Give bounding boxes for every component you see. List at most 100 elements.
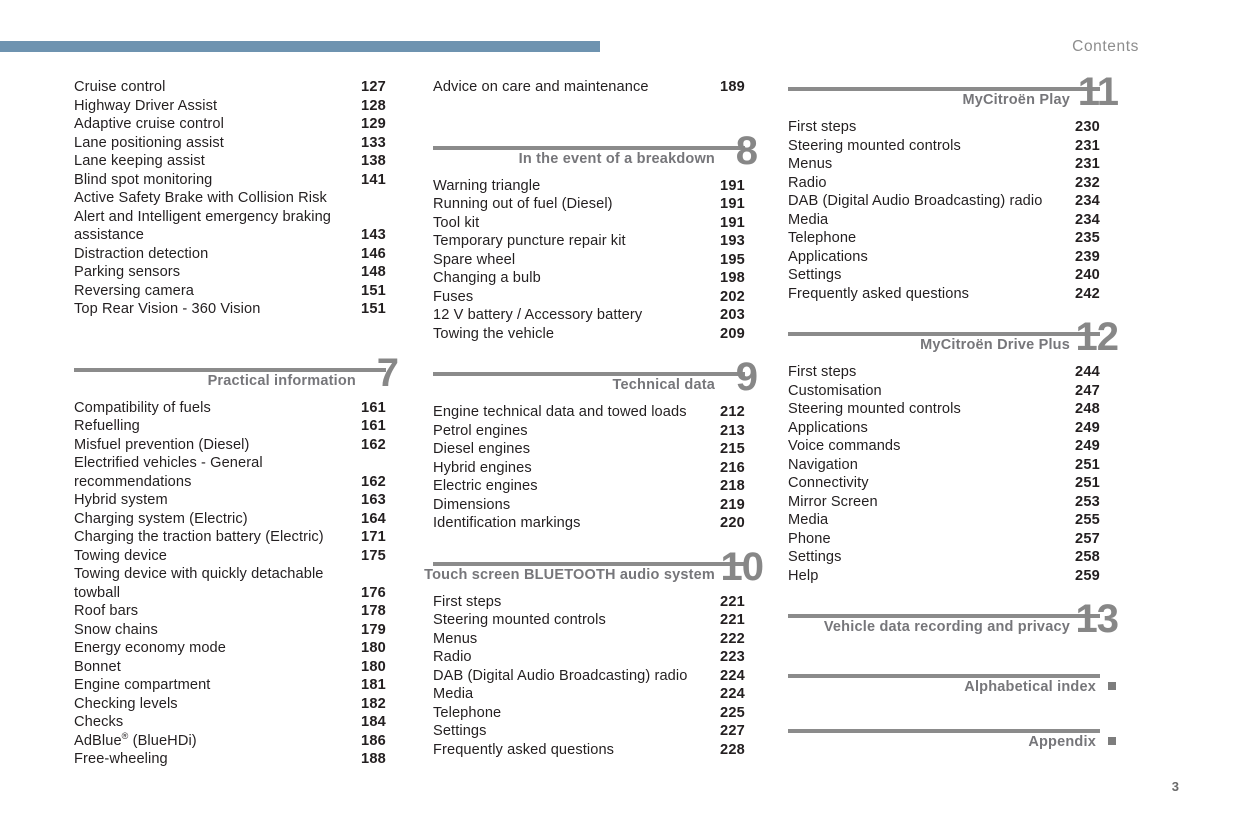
contents-entry[interactable]: Settings 240 (788, 266, 1100, 285)
contents-entry[interactable]: Steering mounted controls 221 (433, 611, 745, 630)
contents-entry[interactable]: Bonnet 180 (74, 658, 386, 677)
contents-entry[interactable]: Blind spot monitoring 141 (74, 171, 386, 190)
chapter-heading[interactable]: Appendix (788, 720, 1116, 753)
contents-entry[interactable]: Identification markings 220 (433, 514, 745, 533)
contents-entry[interactable]: Frequently asked questions 228 (433, 741, 745, 760)
contents-entry[interactable]: Towing device 175 (74, 547, 386, 566)
contents-entry[interactable]: Tool kit 191 (433, 214, 745, 233)
contents-entry[interactable]: Frequently asked questions 242 (788, 285, 1100, 304)
contents-entry[interactable]: Adaptive cruise control 129 (74, 115, 386, 134)
chapter-heading[interactable]: Alphabetical index (788, 665, 1116, 698)
chapter-title: MyCitroën Drive Plus (920, 337, 1070, 353)
contents-entry[interactable]: Misfuel prevention (Diesel) 162 (74, 436, 386, 455)
contents-entry[interactable]: Settings 227 (433, 722, 745, 741)
contents-entry[interactable]: Settings 258 (788, 548, 1100, 567)
contents-entry[interactable]: Top Rear Vision - 360 Vision 151 (74, 300, 386, 319)
contents-entry[interactable]: Running out of fuel (Diesel) 191 (433, 195, 745, 214)
contents-entry[interactable]: AdBlue® (BlueHDi) 186 (74, 731, 386, 751)
contents-entry[interactable]: Charging system (Electric) 164 (74, 510, 386, 529)
contents-entry[interactable]: towball 176 (74, 584, 386, 603)
contents-entry[interactable]: Charging the traction battery (Electric)… (74, 528, 386, 547)
contents-entry-page: 251 (1075, 475, 1100, 491)
contents-entry[interactable]: Highway Driver Assist 128 (74, 97, 386, 116)
contents-entry[interactable]: Towing device with quickly detachable (74, 565, 386, 584)
chapter-heading[interactable]: Vehicle data recording and privacy 13 (788, 599, 1119, 643)
contents-entry[interactable]: Hybrid engines 216 (433, 459, 745, 478)
contents-entry[interactable]: Connectivity 251 (788, 474, 1100, 493)
chapter-heading[interactable]: MyCitroën Play 11 (788, 72, 1119, 116)
contents-entry[interactable]: Active Safety Brake with Collision Risk (74, 189, 386, 208)
contents-entry[interactable]: Media 224 (433, 685, 745, 704)
contents-entry[interactable]: Snow chains 179 (74, 621, 386, 640)
chapter-heading[interactable]: MyCitroën Drive Plus 12 (788, 317, 1119, 361)
contents-entry[interactable]: Energy economy mode 180 (74, 639, 386, 658)
contents-entry[interactable]: First steps 221 (433, 593, 745, 612)
contents-entry[interactable]: Petrol engines 213 (433, 422, 745, 441)
contents-entry[interactable]: Parking sensors 148 (74, 263, 386, 282)
contents-entry[interactable]: Fuses 202 (433, 288, 745, 307)
contents-entry[interactable]: Electrified vehicles - General (74, 454, 386, 473)
contents-entry[interactable]: Lane keeping assist 138 (74, 152, 386, 171)
contents-entry[interactable]: Radio 223 (433, 648, 745, 667)
contents-entry[interactable]: Menus 231 (788, 155, 1100, 174)
contents-entry-label: Changing a bulb (433, 270, 541, 286)
contents-entry[interactable]: Media 234 (788, 211, 1100, 230)
contents-entry[interactable]: First steps 230 (788, 118, 1100, 137)
contents-entry[interactable]: Alert and Intelligent emergency braking (74, 208, 386, 227)
chapter-heading[interactable]: Touch screen BLUETOOTH audio system 10 (424, 547, 764, 591)
contents-entry-page: 202 (720, 288, 745, 305)
contents-entry[interactable]: Diesel engines 215 (433, 440, 745, 459)
contents-entry[interactable]: Electric engines 218 (433, 477, 745, 496)
contents-entry[interactable]: Refuelling 161 (74, 417, 386, 436)
contents-entry-label: recommendations (74, 473, 192, 490)
contents-entry-page: 162 (361, 436, 386, 453)
contents-entry[interactable]: Menus 222 (433, 630, 745, 649)
contents-entry[interactable]: Steering mounted controls 231 (788, 137, 1100, 156)
contents-entry[interactable]: Steering mounted controls 248 (788, 400, 1100, 419)
contents-entry[interactable]: Engine technical data and towed loads 212 (433, 403, 745, 422)
contents-entry[interactable]: Voice commands 249 (788, 437, 1100, 456)
contents-entry[interactable]: Applications 249 (788, 419, 1100, 438)
contents-entry-page: 138 (361, 153, 386, 169)
contents-entry[interactable]: assistance 143 (74, 226, 386, 245)
contents-entry[interactable]: Distraction detection 146 (74, 245, 386, 264)
contents-entry[interactable]: Free-wheeling 188 (74, 750, 386, 769)
contents-entry[interactable]: Warning triangle 191 (433, 177, 745, 196)
contents-entry[interactable]: Telephone 225 (433, 704, 745, 723)
contents-entry[interactable]: Customisation 247 (788, 382, 1100, 401)
contents-entry[interactable]: Compatibility of fuels 161 (74, 399, 386, 418)
contents-entry[interactable]: Roof bars 178 (74, 602, 386, 621)
contents-entry[interactable]: Engine compartment 181 (74, 676, 386, 695)
contents-entry[interactable]: Cruise control 127 (74, 78, 386, 97)
contents-entry[interactable]: Spare wheel 195 (433, 251, 745, 270)
contents-entry[interactable]: Advice on care and maintenance 189 (433, 78, 745, 97)
contents-entry[interactable]: Changing a bulb 198 (433, 269, 745, 288)
contents-entry[interactable]: Dimensions 219 (433, 496, 745, 515)
contents-entry[interactable]: Mirror Screen 253 (788, 493, 1100, 512)
contents-entry[interactable]: 12 V battery / Accessory battery 203 (433, 306, 745, 325)
contents-entry[interactable]: Checking levels 182 (74, 695, 386, 714)
contents-entry[interactable]: Navigation 251 (788, 456, 1100, 475)
contents-entry[interactable]: DAB (Digital Audio Broadcasting) radio 23… (788, 192, 1100, 211)
contents-entry[interactable]: Reversing camera 151 (74, 282, 386, 301)
contents-entry[interactable]: First steps 244 (788, 363, 1100, 382)
contents-entry[interactable]: recommendations 162 (74, 473, 386, 492)
contents-entry[interactable]: Phone 257 (788, 530, 1100, 549)
chapter-heading[interactable]: Technical data 9 (433, 357, 758, 401)
chapter-heading[interactable]: In the event of a breakdown 8 (433, 131, 758, 175)
chapter-number: 7 (376, 350, 399, 395)
contents-entry[interactable]: Telephone 235 (788, 229, 1100, 248)
contents-entry[interactable]: Towing the vehicle 209 (433, 325, 745, 344)
contents-entry[interactable]: Temporary puncture repair kit 193 (433, 232, 745, 251)
contents-entry[interactable]: Radio 232 (788, 174, 1100, 193)
contents-entry[interactable]: Checks 184 (74, 713, 386, 732)
contents-entry[interactable]: DAB (Digital Audio Broadcasting) radio 22… (433, 667, 745, 686)
contents-entry[interactable]: Lane positioning assist 133 (74, 134, 386, 153)
contents-entry[interactable]: Hybrid system 163 (74, 491, 386, 510)
contents-entry[interactable]: Help 259 (788, 567, 1100, 586)
contents-entry[interactable]: Media 255 (788, 511, 1100, 530)
contents-entry[interactable]: Applications 239 (788, 248, 1100, 267)
chapter-heading[interactable]: Practical information 7 (74, 353, 399, 397)
